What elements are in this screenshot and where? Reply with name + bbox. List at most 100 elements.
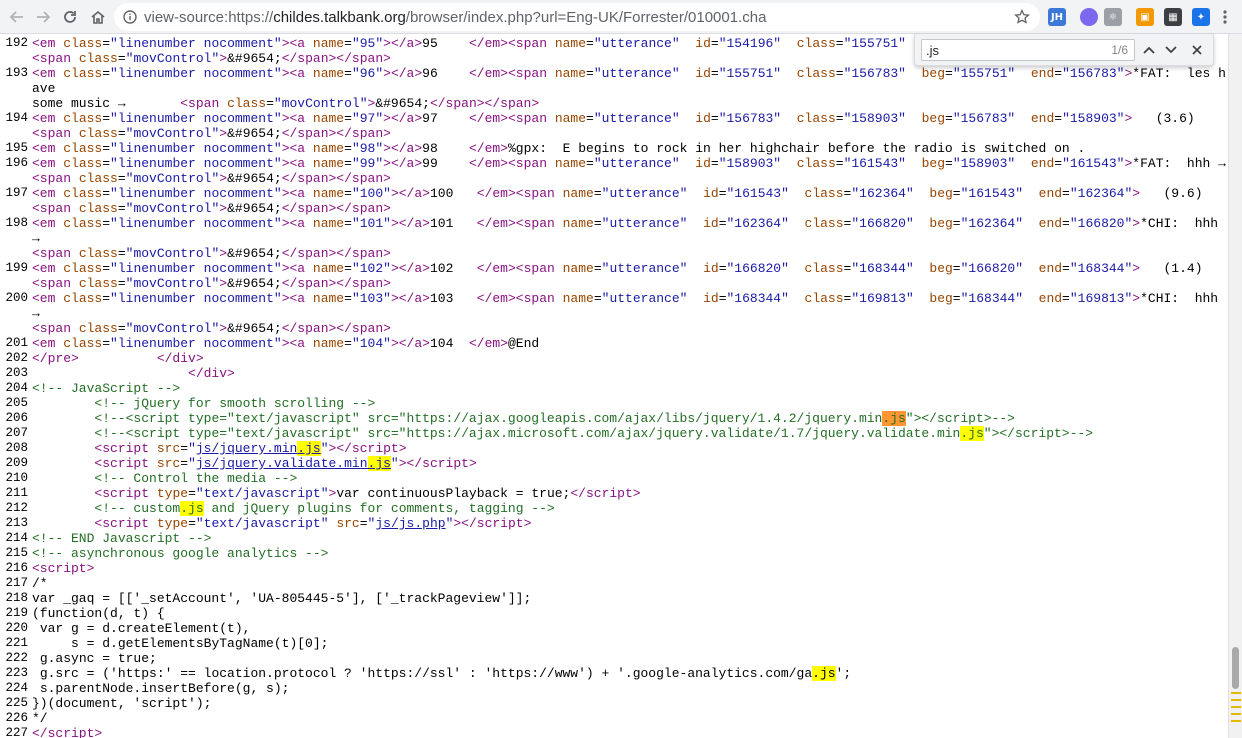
line-number: 202 [5, 351, 28, 365]
vertical-scrollbar[interactable] [1228, 34, 1242, 738]
scrollbar-match-mark [1231, 713, 1241, 715]
source-line: 219 (function(d, t) { [0, 606, 1228, 621]
url-prefix: view-source:https:// [144, 8, 274, 26]
line-code: */ [32, 711, 48, 726]
line-code: <em class="linenumber nocomment"><a name… [32, 291, 1219, 336]
source-line: 226 */ [0, 711, 1228, 726]
line-code: <!-- asynchronous google analytics --> [32, 546, 329, 561]
scrollbar-match-mark [1231, 706, 1241, 708]
line-number: 220 [5, 621, 28, 635]
source-link[interactable]: js/jquery.validate.min.js [196, 456, 391, 471]
line-number: 200 [5, 291, 28, 305]
line-code: g.src = ('https:' == location.protocol ?… [32, 666, 852, 681]
line-code: <!-- custom.js and jQuery plugins for co… [94, 501, 555, 516]
line-number: 223 [5, 666, 28, 680]
line-code: <!-- END Javascript --> [32, 531, 212, 546]
line-number: 224 [5, 681, 28, 695]
source-line: 222 g.async = true; [0, 651, 1228, 666]
line-code: <script> [32, 561, 95, 576]
line-code: s.parentNode.insertBefore(g, s); [32, 681, 290, 696]
info-icon[interactable] [122, 9, 138, 25]
line-number: 225 [5, 696, 28, 710]
source-line: 223 g.src = ('https:' == location.protoc… [0, 666, 1228, 681]
chrome-menu-icon[interactable] [1214, 6, 1236, 28]
line-code: <em class="linenumber nocomment"><a name… [32, 261, 1203, 291]
jh-extension-icon[interactable]: JH [1048, 8, 1066, 26]
line-code: var g = d.createElement(t), [32, 621, 251, 636]
source-lines: 192 <em class="linenumber nocomment"><a n… [0, 36, 1228, 738]
source-line: 218 var _gaq = [['_setAccount', 'UA-80544… [0, 591, 1228, 606]
source-line: 220 var g = d.createElement(t), [0, 621, 1228, 636]
scrollbar-thumb[interactable] [1232, 647, 1239, 689]
find-next-chevron-down-icon[interactable] [1163, 42, 1179, 58]
find-match-highlight: .js [960, 426, 984, 441]
forward-arrow-icon[interactable] [32, 6, 54, 28]
line-code: <em class="linenumber nocomment"><a name… [32, 111, 1195, 141]
line-code: <script type="text/javascript" src="js/j… [94, 516, 532, 531]
source-line: 193 <em class="linenumber nocomment"><a n… [0, 66, 1228, 111]
scrollbar-match-mark [1231, 692, 1241, 694]
line-code: s = d.getElementsByTagName(t)[0]; [32, 636, 329, 651]
back-arrow-icon[interactable] [6, 6, 28, 28]
line-number: 192 [5, 36, 28, 50]
source-line: 213 <script type="text/javascript" src="… [0, 516, 1228, 531]
line-code: <!-- Control the media --> [94, 471, 298, 486]
source-line: 216 <script> [0, 561, 1228, 576]
line-code: <script src="js/jquery.min.js"></script> [94, 441, 407, 456]
source-line: 207 <!--<script type="text/javascript" s… [0, 426, 1228, 441]
bookmark-star-icon[interactable] [1012, 7, 1032, 27]
source-line: 227 </script> [0, 726, 1228, 738]
source-line: 214 <!-- END Javascript --> [0, 531, 1228, 546]
line-code: <em class="linenumber nocomment"><a name… [32, 66, 1226, 111]
scrollbar-match-mark [1231, 720, 1241, 722]
line-number: 199 [5, 261, 28, 275]
find-bar: 1/6 [914, 34, 1214, 66]
find-match-highlight: .js [297, 441, 321, 456]
source-link[interactable]: js/js.php [375, 516, 445, 531]
source-line: 195 <em class="linenumber nocomment"><a n… [0, 141, 1228, 156]
url-host: childes.talkbank.org [273, 8, 406, 26]
reload-icon[interactable] [59, 6, 81, 28]
view-source-content: 192 <em class="linenumber nocomment"><a n… [0, 34, 1228, 738]
source-link[interactable]: js/jquery.min.js [196, 441, 321, 456]
line-number: 226 [5, 711, 28, 725]
source-line: 210 <!-- Control the media --> [0, 471, 1228, 486]
qr-extension-icon[interactable]: ▦ [1164, 8, 1182, 26]
line-number: 207 [5, 426, 28, 440]
source-line: 206 <!--<script type="text/javascript" s… [0, 411, 1228, 426]
blue-extension-icon[interactable]: ✦ [1192, 8, 1210, 26]
find-previous-chevron-up-icon[interactable] [1141, 42, 1157, 58]
find-match-highlight: .js [367, 456, 391, 471]
orange-extension-icon[interactable]: ▣ [1136, 8, 1154, 26]
line-number: 205 [5, 396, 28, 410]
line-code: <script type="text/javascript">var conti… [94, 486, 641, 501]
line-number: 221 [5, 636, 28, 650]
line-code: <em class="linenumber nocomment"><a name… [32, 216, 1219, 261]
source-line: 202 </pre> </div> [0, 351, 1228, 366]
source-line: 209 <script src="js/jquery.validate.min.… [0, 456, 1228, 471]
line-code: <!--<script type="text/javascript" src="… [94, 411, 1015, 426]
url-text: view-source:https://childes.talkbank.org… [144, 9, 766, 26]
line-code: </pre> </div> [32, 351, 204, 366]
line-number: 210 [5, 471, 28, 485]
find-close-icon[interactable] [1189, 42, 1205, 58]
line-number: 201 [5, 336, 28, 350]
react-extension-icon[interactable]: ⚛ [1104, 8, 1122, 26]
line-number: 196 [5, 156, 28, 170]
find-input[interactable] [922, 40, 1072, 60]
line-code: <em class="linenumber nocomment"><a name… [32, 156, 1226, 186]
scrollbar-match-mark [1231, 699, 1241, 701]
line-number: 209 [5, 456, 28, 470]
line-number: 217 [5, 576, 28, 590]
find-match-highlight: .js [812, 666, 836, 681]
home-icon[interactable] [87, 6, 109, 28]
source-line: 200 <em class="linenumber nocomment"><a n… [0, 291, 1228, 336]
line-number: 194 [5, 111, 28, 125]
address-bar[interactable]: view-source:https://childes.talkbank.org… [114, 3, 1040, 31]
line-code: </div> [188, 366, 235, 381]
source-line: 196 <em class="linenumber nocomment"><a n… [0, 156, 1228, 186]
find-match-count: 1/6 [1111, 43, 1128, 57]
source-line: 204 <!-- JavaScript --> [0, 381, 1228, 396]
line-number: 227 [5, 726, 28, 738]
incognito-extension-icon[interactable] [1080, 8, 1098, 26]
